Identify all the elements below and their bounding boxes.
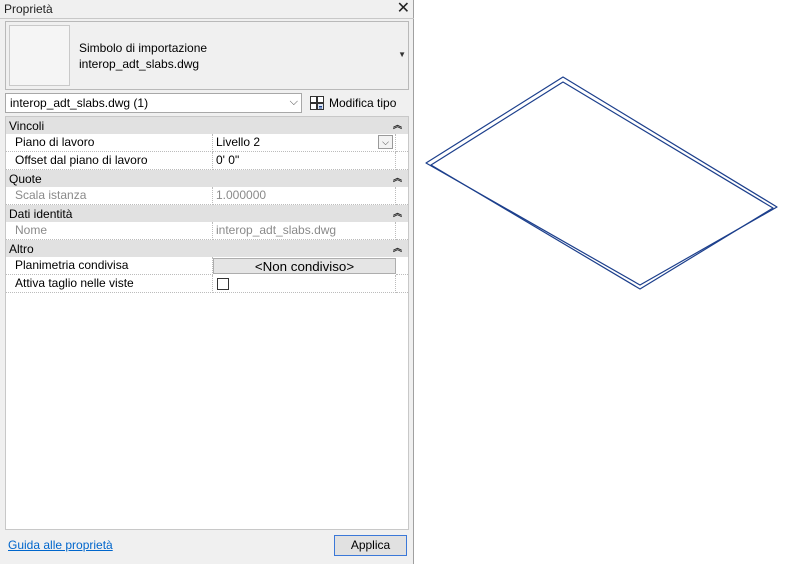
group-label: Dati identità: [9, 207, 73, 221]
edit-type-label: Modifica tipo: [329, 96, 397, 110]
row-tail: [396, 275, 408, 293]
shared-site-button[interactable]: <Non condiviso>: [213, 258, 396, 274]
property-key: Nome: [6, 222, 213, 240]
property-value-offset[interactable]: 0' 0": [213, 152, 396, 170]
chevron-down-icon[interactable]: ⌵: [290, 96, 298, 109]
property-row-attiva-taglio: Attiva taglio nelle viste: [6, 275, 408, 293]
chevron-down-icon[interactable]: ⌵: [378, 135, 393, 149]
collapse-icon[interactable]: ︽: [393, 241, 402, 254]
apply-button[interactable]: Applica: [334, 535, 407, 556]
row-tail: [396, 187, 408, 205]
type-selector[interactable]: Simbolo di importazione interop_adt_slab…: [5, 21, 409, 90]
group-label: Quote: [9, 172, 42, 186]
edit-type-icon: [310, 96, 324, 110]
close-icon[interactable]: ✕: [397, 0, 410, 18]
property-value-text: Livello 2: [216, 135, 261, 149]
instance-filter-value: interop_adt_slabs.dwg (1): [10, 96, 149, 110]
property-key: Attiva taglio nelle viste: [6, 275, 213, 293]
type-name-label: interop_adt_slabs.dwg: [79, 57, 200, 71]
row-tail: [396, 152, 408, 170]
collapse-icon[interactable]: ︽: [393, 118, 402, 131]
property-row-piano-di-lavoro: Piano di lavoro Livello 2 ⌵: [6, 134, 408, 152]
property-row-planimetria-condivisa: Planimetria condivisa <Non condiviso>: [6, 257, 408, 275]
property-row-nome: Nome interop_adt_slabs.dwg: [6, 222, 408, 240]
edit-type-button[interactable]: Modifica tipo: [309, 93, 396, 113]
property-value-attiva-taglio: [213, 275, 396, 293]
panel-title: Proprietà: [4, 2, 53, 16]
instance-filter-dropdown[interactable]: interop_adt_slabs.dwg (1) ⌵: [5, 93, 302, 113]
group-label: Altro: [9, 242, 34, 256]
property-row-scala-istanza: Scala istanza 1.000000: [6, 187, 408, 205]
properties-grid: Vincoli ︽ Piano di lavoro Livello 2 ⌵ Of…: [5, 116, 409, 530]
group-header-vincoli[interactable]: Vincoli ︽: [6, 117, 408, 134]
slab-view: [425, 76, 778, 290]
property-value-nome: interop_adt_slabs.dwg: [213, 222, 396, 240]
properties-help-link[interactable]: Guida alle proprietà: [8, 538, 113, 552]
collapse-icon[interactable]: ︽: [393, 206, 402, 219]
cut-in-views-checkbox[interactable]: [217, 278, 229, 290]
row-tail: [396, 134, 408, 152]
panel-titlebar: Proprietà ✕: [0, 0, 414, 19]
collapse-icon[interactable]: ︽: [393, 171, 402, 184]
property-key: Piano di lavoro: [6, 134, 213, 152]
property-key: Planimetria condivisa: [6, 257, 213, 275]
type-preview-image: [9, 25, 70, 86]
row-tail: [396, 222, 408, 240]
group-label: Vincoli: [9, 119, 45, 133]
type-family-label: Simbolo di importazione: [79, 41, 208, 55]
group-header-dati-identita[interactable]: Dati identità ︽: [6, 205, 408, 222]
dropdown-arrow-icon[interactable]: ▼: [398, 50, 406, 59]
property-row-offset: Offset dal piano di lavoro 0' 0": [6, 152, 408, 170]
property-key: Offset dal piano di lavoro: [6, 152, 213, 170]
properties-panel: Proprietà ✕ Simbolo di importazione inte…: [0, 0, 414, 564]
group-header-altro[interactable]: Altro ︽: [6, 240, 408, 257]
property-value-piano-di-lavoro[interactable]: Livello 2 ⌵: [213, 134, 396, 152]
slab-outline[interactable]: [425, 76, 778, 290]
property-key: Scala istanza: [6, 187, 213, 205]
property-value-scala-istanza: 1.000000: [213, 187, 396, 205]
group-header-quote[interactable]: Quote ︽: [6, 170, 408, 187]
row-tail: [396, 257, 408, 275]
drawing-canvas[interactable]: [415, 0, 791, 564]
